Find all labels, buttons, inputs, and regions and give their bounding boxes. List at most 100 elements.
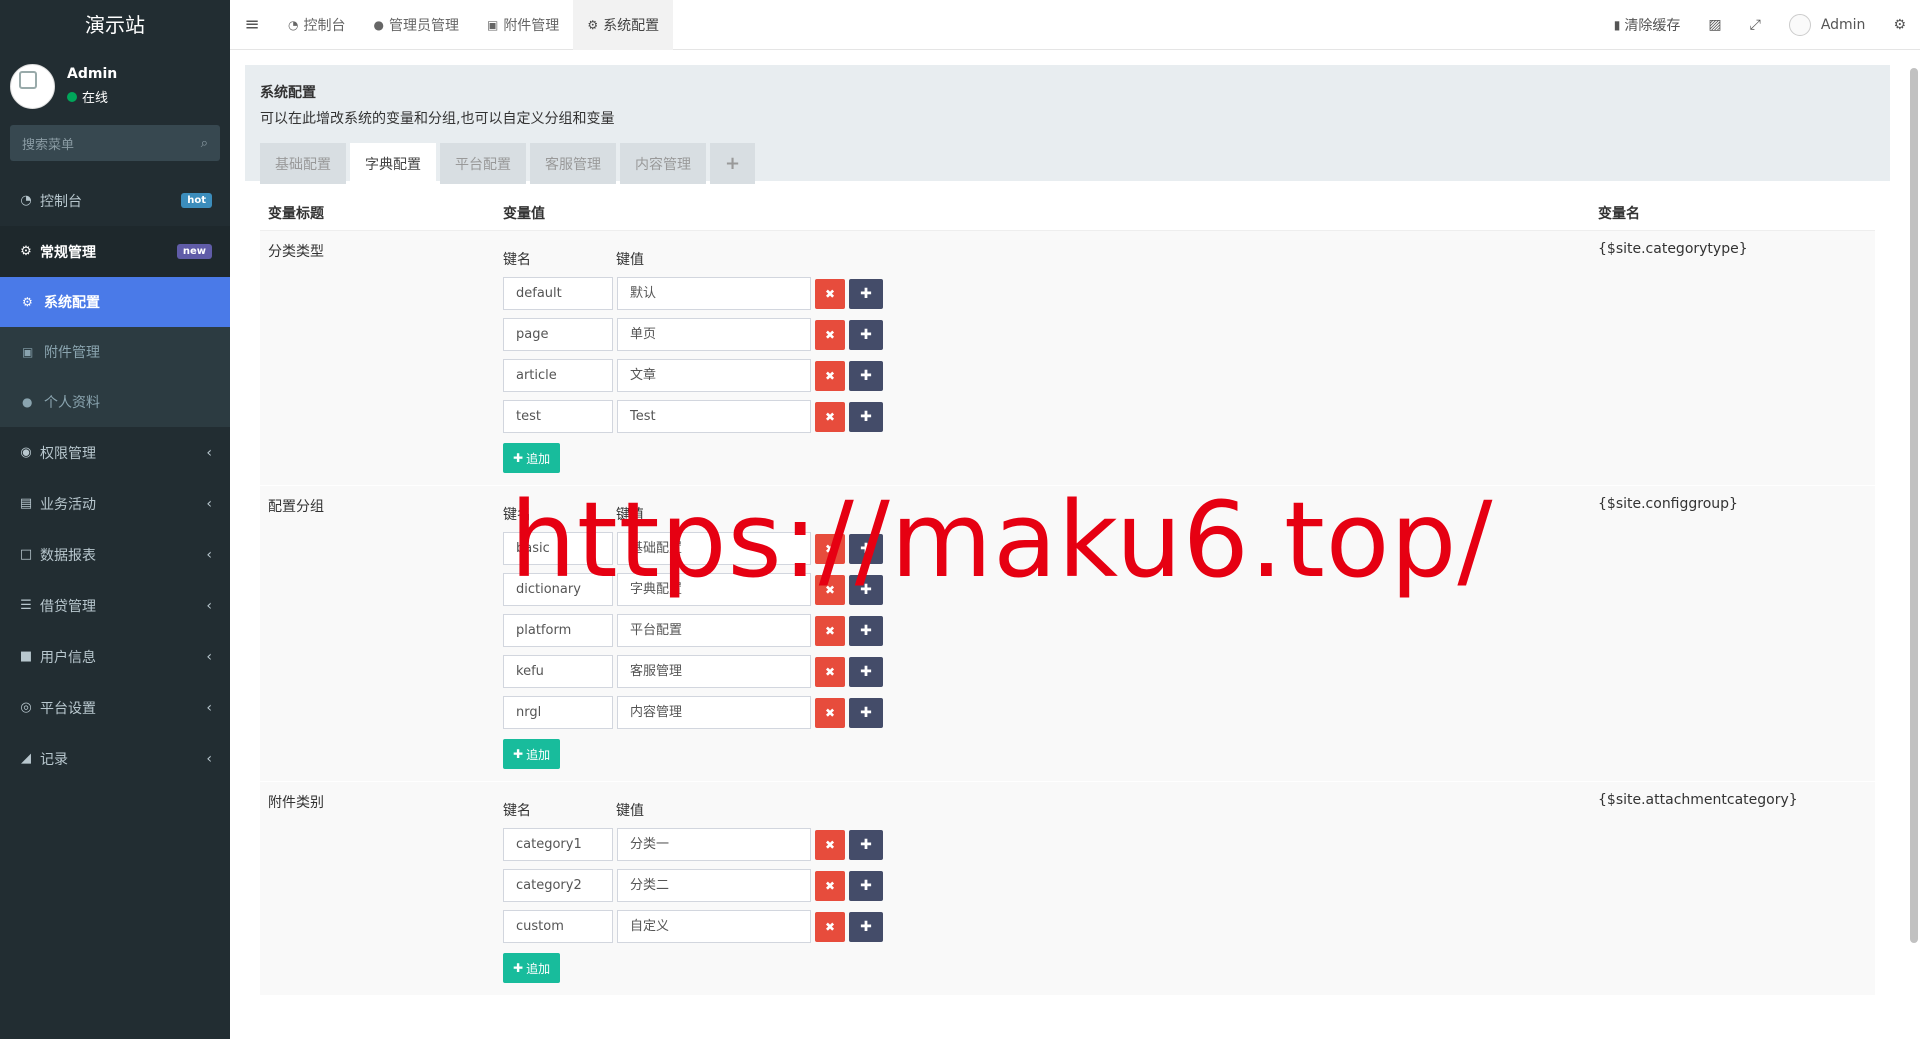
sidebar-item-dashboard[interactable]: ◔ 控制台 hot <box>0 175 230 226</box>
add-pair-button[interactable]: ✚ 追加 <box>503 953 561 983</box>
delete-button[interactable]: ✖ <box>815 870 845 901</box>
delete-button[interactable]: ✖ <box>815 911 845 942</box>
drag-handle[interactable]: ✚ <box>849 360 883 391</box>
scrollbar[interactable] <box>1910 68 1918 943</box>
sidebar-item-permissions[interactable]: ◉ 权限管理 ‹ <box>0 427 230 478</box>
delete-button[interactable]: ✖ <box>815 278 845 309</box>
kv-row: page 单页 ✖ ✚ <box>503 318 1598 351</box>
value-input[interactable]: Test <box>617 400 811 433</box>
var-name: {$site.categorytype} <box>1598 241 1748 257</box>
value-input[interactable]: 客服管理 <box>617 655 811 688</box>
close-icon: ✖ <box>824 664 836 679</box>
drag-handle[interactable]: ✚ <box>849 829 883 860</box>
sidebar-item-attachments[interactable]: ▣ 附件管理 <box>0 327 230 377</box>
tab-system-config[interactable]: ⚙ 系统配置 <box>573 0 674 50</box>
kv-row: test Test ✖ ✚ <box>503 400 1598 433</box>
value-input[interactable]: 内容管理 <box>617 696 811 729</box>
key-input[interactable]: test <box>503 400 613 433</box>
key-input[interactable]: basic <box>503 532 613 565</box>
user-menu[interactable]: Admin <box>1775 13 1880 36</box>
brand-logo[interactable]: 演示站 <box>0 0 230 50</box>
value-input[interactable]: 单页 <box>617 318 811 351</box>
delete-button[interactable]: ✖ <box>815 533 845 564</box>
value-input[interactable]: 分类一 <box>617 828 811 861</box>
settings-icon[interactable]: ⚙ <box>1879 17 1920 33</box>
key-input[interactable]: article <box>503 359 613 392</box>
clear-cache-button[interactable]: ▮ 清除缓存 <box>1600 15 1695 35</box>
add-tab-button[interactable]: + <box>710 143 756 184</box>
language-icon[interactable]: ▨ <box>1694 17 1735 33</box>
var-name: {$site.attachmentcategory} <box>1598 792 1798 808</box>
value-input[interactable]: 平台配置 <box>617 614 811 647</box>
key-input[interactable]: page <box>503 318 613 351</box>
sidebar-item-system-config[interactable]: ⚙ 系统配置 <box>0 277 230 327</box>
page-title: 系统配置 <box>260 85 316 101</box>
sidebar-item-business[interactable]: ▤ 业务活动 ‹ <box>0 478 230 529</box>
sidebar: 演示站 Admin 在线 搜索菜单 ⌕ ◔ 控制台 hot ⚙ 常规管理 new ⚙… <box>0 0 230 1039</box>
tab-dashboard[interactable]: ◔ 控制台 <box>274 0 359 50</box>
delete-button[interactable]: ✖ <box>815 401 845 432</box>
key-input[interactable]: kefu <box>503 655 613 688</box>
drag-handle[interactable]: ✚ <box>849 697 883 728</box>
add-pair-button[interactable]: ✚ 追加 <box>503 443 561 473</box>
sidebar-item-records[interactable]: ◢ 记录 ‹ <box>0 733 230 784</box>
tab-kefu-management[interactable]: 客服管理 <box>530 143 616 184</box>
tab-content-management[interactable]: 内容管理 <box>620 143 706 184</box>
sidebar-item-loans[interactable]: ☰ 借贷管理 ‹ <box>0 580 230 631</box>
new-badge: new <box>176 244 212 259</box>
tab-basic-config[interactable]: 基础配置 <box>260 143 346 184</box>
tab-dictionary-config[interactable]: 字典配置 <box>350 143 436 184</box>
drag-handle[interactable]: ✚ <box>849 319 883 350</box>
delete-button[interactable]: ✖ <box>815 829 845 860</box>
delete-button[interactable]: ✖ <box>815 360 845 391</box>
sidebar-item-profile[interactable]: ● 个人资料 <box>0 377 230 427</box>
delete-button[interactable]: ✖ <box>815 697 845 728</box>
tab-platform-config[interactable]: 平台配置 <box>440 143 526 184</box>
sidebar-item-user-info[interactable]: ■ 用户信息 ‹ <box>0 631 230 682</box>
key-input[interactable]: platform <box>503 614 613 647</box>
drag-handle[interactable]: ✚ <box>849 615 883 646</box>
value-input[interactable]: 文章 <box>617 359 811 392</box>
key-input[interactable]: category1 <box>503 828 613 861</box>
drag-handle[interactable]: ✚ <box>849 911 883 942</box>
drag-handle[interactable]: ✚ <box>849 533 883 564</box>
key-input[interactable]: dictionary <box>503 573 613 606</box>
tab-attachments[interactable]: ▣ 附件管理 <box>473 0 573 50</box>
drag-handle[interactable]: ✚ <box>849 656 883 687</box>
drag-handle[interactable]: ✚ <box>849 870 883 901</box>
list-icon: ☰ <box>20 598 32 613</box>
search-icon[interactable]: ⌕ <box>201 136 208 151</box>
fullscreen-icon[interactable]: ⤢ <box>1736 17 1775 33</box>
value-input[interactable]: 字典配置 <box>617 573 811 606</box>
value-input[interactable]: 基础配置 <box>617 532 811 565</box>
move-icon: ✚ <box>860 877 872 894</box>
drag-handle[interactable]: ✚ <box>849 574 883 605</box>
value-input[interactable]: 自定义 <box>617 910 811 943</box>
move-icon: ✚ <box>860 704 872 721</box>
user-name: Admin <box>67 66 118 82</box>
key-input[interactable]: custom <box>503 910 613 943</box>
delete-button[interactable]: ✖ <box>815 319 845 350</box>
delete-button[interactable]: ✖ <box>815 574 845 605</box>
add-pair-button[interactable]: ✚ 追加 <box>503 739 561 769</box>
value-input[interactable]: 默认 <box>617 277 811 310</box>
delete-button[interactable]: ✖ <box>815 615 845 646</box>
sidebar-item-reports[interactable]: □ 数据报表 ‹ <box>0 529 230 580</box>
key-label: 键名 <box>503 252 531 268</box>
key-input[interactable]: nrgl <box>503 696 613 729</box>
key-input[interactable]: category2 <box>503 869 613 902</box>
menu-toggle-icon[interactable]: ≡ <box>230 14 274 35</box>
file-image-icon: ▣ <box>486 17 499 32</box>
sidebar-item-general[interactable]: ⚙ 常规管理 new <box>0 226 230 277</box>
key-input[interactable]: default <box>503 277 613 310</box>
dashboard-icon: ◔ <box>20 193 32 208</box>
delete-button[interactable]: ✖ <box>815 656 845 687</box>
sidebar-item-platform[interactable]: ◎ 平台设置 ‹ <box>0 682 230 733</box>
value-input[interactable]: 分类二 <box>617 869 811 902</box>
drag-handle[interactable]: ✚ <box>849 401 883 432</box>
drag-handle[interactable]: ✚ <box>849 278 883 309</box>
kv-row: category2 分类二 ✖ ✚ <box>503 869 1598 902</box>
close-icon: ✖ <box>824 705 836 720</box>
tab-admin-management[interactable]: ● 管理员管理 <box>359 0 472 50</box>
search-input[interactable]: 搜索菜单 ⌕ <box>10 125 220 161</box>
